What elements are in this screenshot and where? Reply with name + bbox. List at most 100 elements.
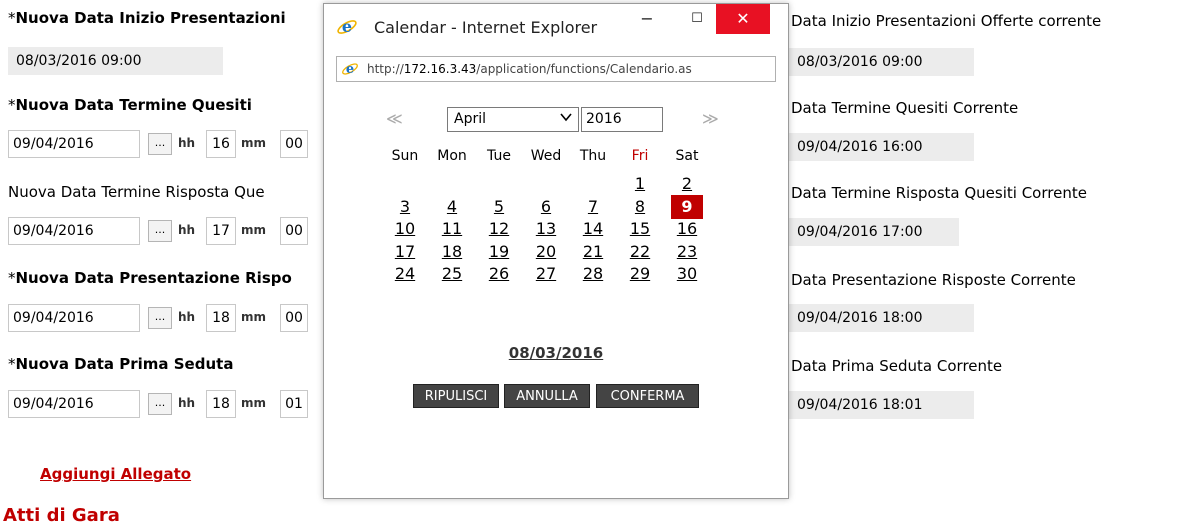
calendar-day[interactable]: 27 xyxy=(523,262,569,286)
popup-titlebar[interactable]: e Calendar - Internet Explorer − ☐ ✕ xyxy=(324,4,788,48)
calendar-day[interactable]: 15 xyxy=(617,217,663,241)
date-input[interactable]: 09/04/2016 xyxy=(8,217,140,245)
minimize-button[interactable]: − xyxy=(626,4,668,34)
label-new-answer-deadline: Nuova Data Termine Risposta Que xyxy=(8,183,265,201)
mm-label: mm xyxy=(241,136,267,150)
url-prefix: http:// xyxy=(367,62,404,76)
mm-label: mm xyxy=(241,310,267,324)
calendar-day[interactable]: 17 xyxy=(382,240,428,264)
weekday-label: Mon xyxy=(437,148,467,164)
label-current-submission: Data Presentazione Risposte Corrente xyxy=(791,271,1076,289)
hh-label: hh xyxy=(178,396,196,410)
label-current-start: Data Inizio Presentazioni Offerte corren… xyxy=(791,12,1102,30)
label-current-questions: Data Termine Quesiti Corrente xyxy=(791,99,1019,117)
add-attachment-link[interactable]: Aggiungi Allegato xyxy=(40,465,191,483)
minute-input[interactable]: 00 xyxy=(280,304,308,332)
year-input[interactable]: 2016 xyxy=(581,107,663,132)
minute-input[interactable]: 01 xyxy=(280,390,308,418)
calendar-day[interactable]: 3 xyxy=(382,195,428,219)
calendar-day[interactable]: 4 xyxy=(429,195,475,219)
weekday-label: Thu xyxy=(579,148,607,164)
calendar-day[interactable]: 26 xyxy=(476,262,522,286)
minute-input[interactable]: 00 xyxy=(280,130,308,158)
current-answers-value: 09/04/2016 17:00 xyxy=(789,218,959,246)
label-current-answers: Data Termine Risposta Quesiti Corrente xyxy=(791,184,1087,202)
new-start-date-value: 08/03/2016 09:00 xyxy=(8,47,223,75)
label-current-first-session: Data Prima Seduta Corrente xyxy=(791,357,1003,375)
selected-day[interactable]: 9 xyxy=(671,194,703,219)
address-bar[interactable]: e http://172.16.3.43/application/functio… xyxy=(336,56,776,82)
prev-month-button[interactable]: ≪ xyxy=(386,109,403,128)
mm-label: mm xyxy=(241,223,267,237)
minute-input[interactable]: 00 xyxy=(280,217,308,245)
hour-input[interactable]: 17 xyxy=(206,217,236,245)
hour-input[interactable]: 16 xyxy=(206,130,236,158)
weekday-label: Fri xyxy=(631,148,649,164)
weekday-header: Sun Mon Tue Wed Thu Fri Sat xyxy=(382,148,722,172)
hour-input[interactable]: 18 xyxy=(206,304,236,332)
next-month-button[interactable]: ≫ xyxy=(702,109,719,128)
clear-button[interactable]: RIPULISCI xyxy=(413,384,499,408)
calendar-picker-button[interactable]: ... xyxy=(148,220,172,242)
calendar-day[interactable]: 29 xyxy=(617,262,663,286)
popup-title: Calendar - Internet Explorer xyxy=(374,18,598,37)
svg-text:e: e xyxy=(342,17,352,36)
calendar-day[interactable]: 6 xyxy=(523,195,569,219)
calendar-day[interactable]: 19 xyxy=(476,240,522,264)
calendar-day[interactable]: 14 xyxy=(570,217,616,241)
date-input[interactable]: 09/04/2016 xyxy=(8,304,140,332)
label-new-start-date: *Nuova Data Inizio Presentazioni xyxy=(8,9,286,27)
month-select[interactable]: April xyxy=(447,107,579,132)
calendar-day[interactable]: 8 xyxy=(617,195,663,219)
calendar-picker-button[interactable]: ... xyxy=(148,393,172,415)
month-value: April xyxy=(454,111,486,127)
section-title: Atti di Gara xyxy=(3,505,120,526)
cancel-button[interactable]: ANNULLA xyxy=(504,384,590,408)
label-new-questions-deadline: *Nuova Data Termine Quesiti xyxy=(8,96,252,114)
calendar-day[interactable]: 16 xyxy=(664,217,710,241)
hh-label: hh xyxy=(178,310,196,324)
calendar-day[interactable]: 25 xyxy=(429,262,475,286)
current-first-session-value: 09/04/2016 18:01 xyxy=(789,391,974,419)
weekday-label: Sat xyxy=(675,148,699,164)
current-start-value: 08/03/2016 09:00 xyxy=(789,48,974,76)
calendar-day[interactable]: 1 xyxy=(617,172,663,196)
calendar-day[interactable]: 24 xyxy=(382,262,428,286)
date-input[interactable]: 09/04/2016 xyxy=(8,390,140,418)
weekday-label: Wed xyxy=(530,148,562,164)
calendar-day[interactable]: 21 xyxy=(570,240,616,264)
calendar-day[interactable]: 20 xyxy=(523,240,569,264)
calendar-day[interactable]: 2 xyxy=(664,172,710,196)
weekday-label: Tue xyxy=(487,148,511,164)
calendar-day[interactable]: 22 xyxy=(617,240,663,264)
calendar-picker-button[interactable]: ... xyxy=(148,307,172,329)
confirm-button[interactable]: CONFERMA xyxy=(596,384,699,408)
url-host: 172.16.3.43 xyxy=(403,62,477,76)
chevron-down-icon xyxy=(560,107,572,130)
calendar-picker-button[interactable]: ... xyxy=(148,133,172,155)
hour-input[interactable]: 18 xyxy=(206,390,236,418)
calendar-day[interactable]: 7 xyxy=(570,195,616,219)
hh-label: hh xyxy=(178,223,196,237)
date-input[interactable]: 09/04/2016 xyxy=(8,130,140,158)
current-questions-value: 09/04/2016 16:00 xyxy=(789,133,974,161)
calendar-day[interactable]: 23 xyxy=(664,240,710,264)
calendar-day[interactable]: 13 xyxy=(523,217,569,241)
current-submission-value: 09/04/2016 18:00 xyxy=(789,304,974,332)
internet-explorer-icon: e xyxy=(342,62,358,77)
maximize-button[interactable]: ☐ xyxy=(676,4,718,34)
calendar-day[interactable]: 18 xyxy=(429,240,475,264)
calendar-day[interactable]: 5 xyxy=(476,195,522,219)
weekday-label: Sun xyxy=(391,148,419,164)
url-path: /application/functions/Calendario.as xyxy=(476,62,692,76)
calendar-day[interactable]: 12 xyxy=(476,217,522,241)
hh-label: hh xyxy=(178,136,196,150)
close-button[interactable]: ✕ xyxy=(716,4,770,34)
label-new-first-session: *Nuova Data Prima Seduta xyxy=(8,355,234,373)
current-date-link[interactable]: 08/03/2016 xyxy=(324,344,788,362)
calendar-day[interactable]: 28 xyxy=(570,262,616,286)
svg-text:e: e xyxy=(346,62,354,77)
calendar-day[interactable]: 10 xyxy=(382,217,428,241)
calendar-day[interactable]: 11 xyxy=(429,217,475,241)
calendar-day[interactable]: 30 xyxy=(664,262,710,286)
